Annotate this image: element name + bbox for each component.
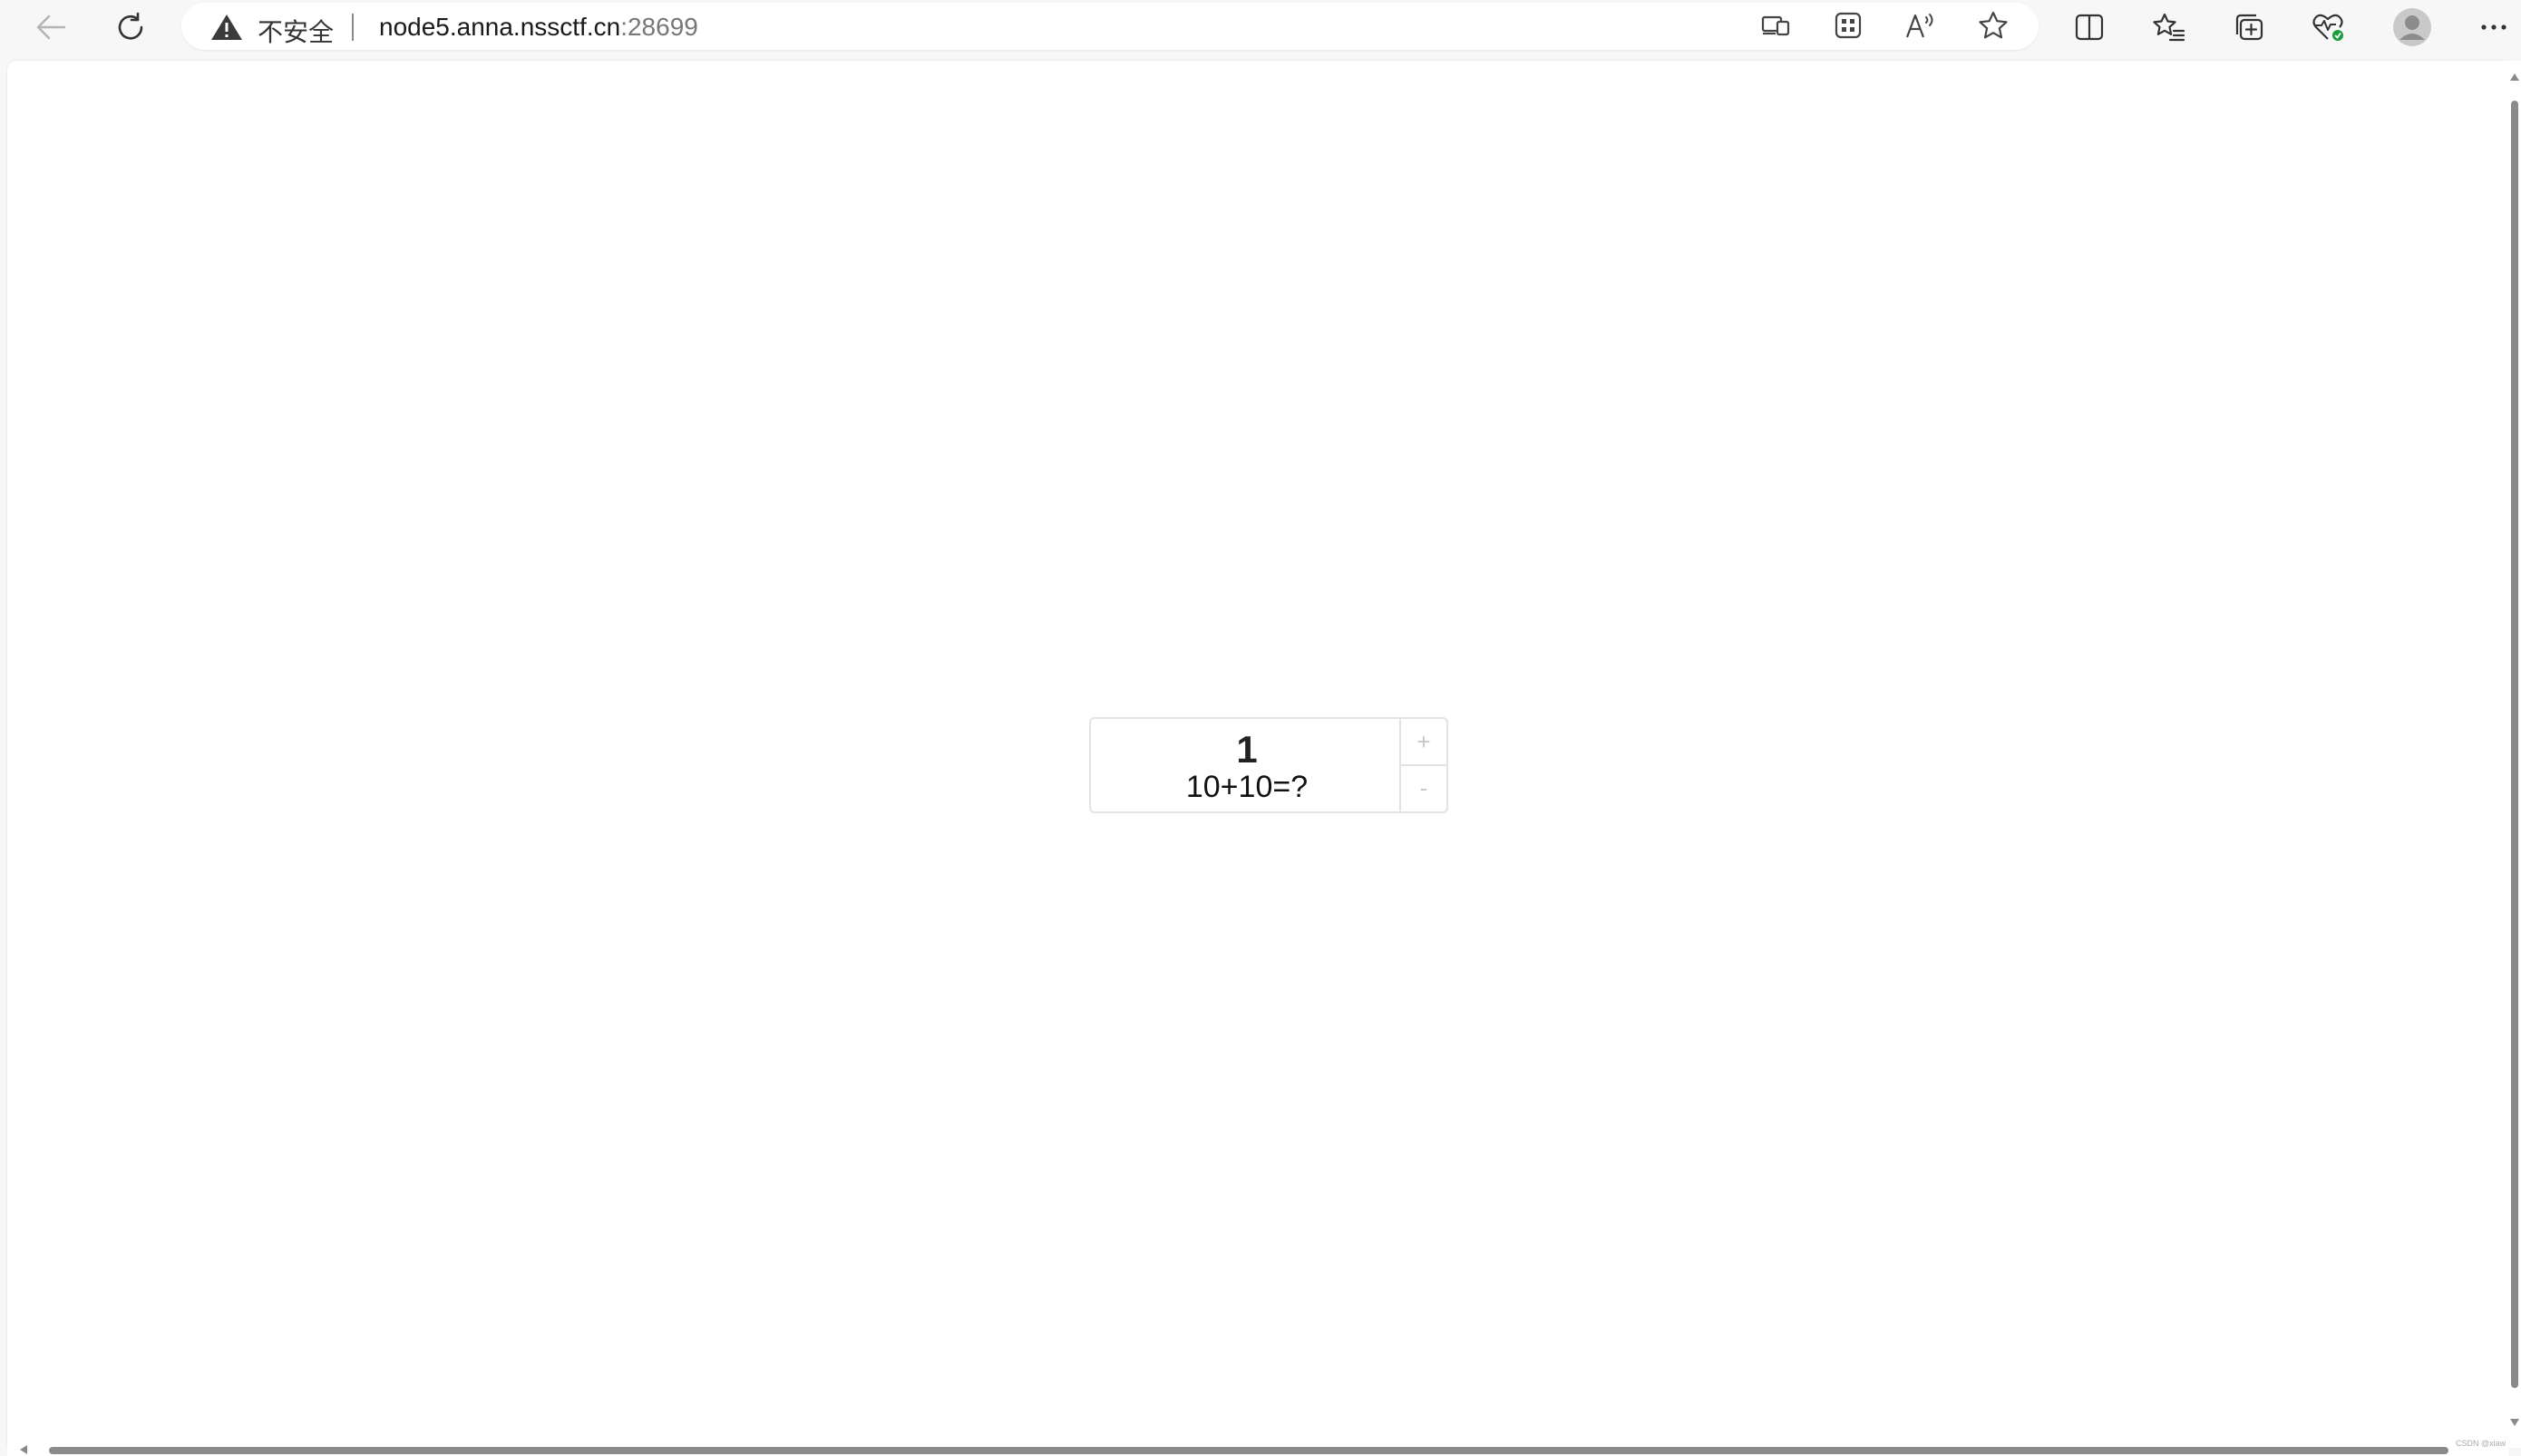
url-host: node5.anna.nssctf.cn: [379, 13, 621, 41]
favorite-button[interactable]: [1973, 10, 2013, 44]
split-screen-icon: [2075, 14, 2104, 41]
horizontal-scrollbar[interactable]: [7, 1443, 2508, 1456]
read-aloud-button[interactable]: [1901, 10, 1941, 44]
security-status-label[interactable]: 不安全: [258, 13, 334, 49]
scroll-up-arrow-icon[interactable]: [2510, 73, 2519, 81]
vertical-scroll-thumb[interactable]: [2511, 101, 2518, 1388]
address-bar[interactable]: 不安全 node5.anna.nssctf.cn:28699: [181, 3, 2039, 50]
scroll-left-arrow-icon[interactable]: [20, 1445, 27, 1454]
horizontal-scroll-thumb[interactable]: [49, 1447, 2448, 1454]
vertical-scrollbar[interactable]: [2508, 61, 2521, 1448]
scroll-down-arrow-icon[interactable]: [2510, 1419, 2519, 1426]
number-stepper: + -: [1399, 719, 1446, 811]
more-button[interactable]: [2470, 7, 2517, 47]
more-dots-icon: [2480, 23, 2507, 32]
increment-button[interactable]: +: [1401, 719, 1446, 766]
cast-device-icon: [1761, 14, 1790, 42]
number-value[interactable]: 1: [1091, 728, 1403, 772]
decrement-button[interactable]: -: [1401, 765, 1446, 811]
apps-grid-icon: [1835, 12, 1862, 44]
browser-toolbar: 不安全 node5.anna.nssctf.cn:28699: [0, 0, 2521, 56]
back-button[interactable]: [27, 7, 74, 47]
number-input-widget[interactable]: 1 10+10=? + -: [1089, 717, 1448, 813]
profile-button[interactable]: [2389, 7, 2436, 47]
cast-button[interactable]: [1756, 10, 1796, 44]
apps-button[interactable]: [1828, 10, 1868, 44]
address-divider: [352, 14, 354, 41]
watermark-text: CSDN @xiaw: [2456, 1439, 2506, 1448]
warning-triangle-icon[interactable]: [210, 14, 243, 41]
url-port: :28699: [620, 13, 698, 41]
heart-pulse-icon: [2312, 13, 2345, 42]
star-icon: [1978, 11, 2009, 44]
collections-button[interactable]: [2225, 7, 2273, 47]
favorites-list-icon: [2153, 13, 2185, 42]
back-arrow-icon: [35, 14, 66, 41]
profile-avatar-icon: [2392, 7, 2432, 47]
favorites-button[interactable]: [2146, 7, 2193, 47]
math-question: 10+10=?: [1185, 770, 1309, 804]
url-text[interactable]: node5.anna.nssctf.cn:28699: [379, 13, 698, 42]
collections-icon: [2234, 13, 2264, 42]
performance-button[interactable]: [2305, 7, 2352, 47]
refresh-icon: [115, 12, 146, 43]
split-screen-button[interactable]: [2066, 7, 2113, 47]
refresh-button[interactable]: [107, 7, 154, 47]
read-aloud-icon: [1905, 12, 1936, 44]
